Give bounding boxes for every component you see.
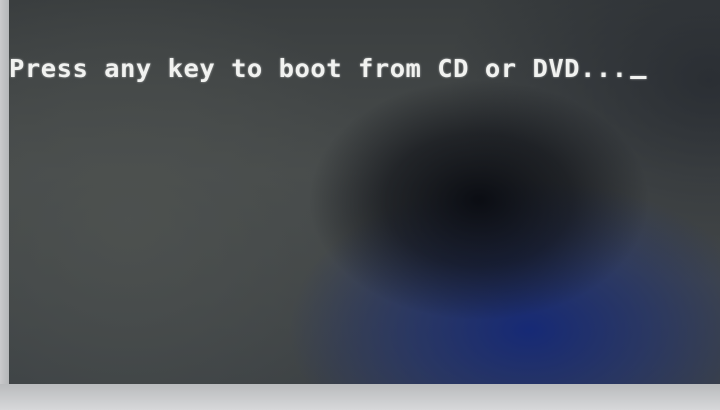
boot-screen[interactable]: Press any key to boot from CD or DVD... [9, 0, 720, 384]
monitor-bezel-left [0, 0, 9, 410]
boot-prompt-text: Press any key to boot from CD or DVD... [9, 54, 628, 83]
boot-prompt-line: Press any key to boot from CD or DVD... [9, 54, 646, 84]
text-cursor [629, 76, 646, 79]
photo-frame: Press any key to boot from CD or DVD... [0, 0, 720, 410]
monitor-bezel-bottom [0, 384, 720, 410]
